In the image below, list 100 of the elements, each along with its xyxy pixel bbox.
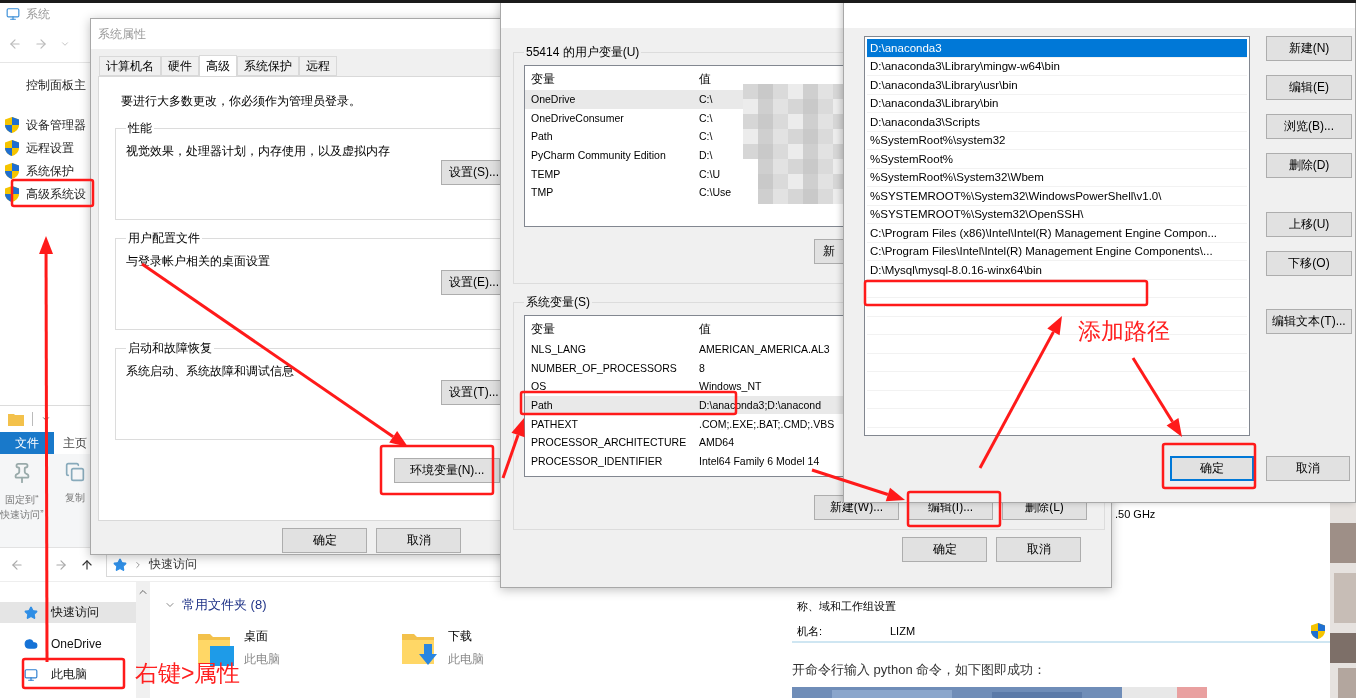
nav-item[interactable]: OneDrive	[0, 633, 136, 654]
dialog-button[interactable]: 取消	[996, 537, 1081, 562]
variable-name: OneDriveConsumer	[530, 111, 624, 124]
tab[interactable]: 硬件	[161, 56, 199, 76]
side-button[interactable]: 删除(D)	[1266, 153, 1352, 178]
annotation-text: 添加路径	[1078, 320, 1170, 343]
settings-link[interactable]: 设备管理器	[26, 116, 86, 134]
variable-value: C:\	[698, 93, 713, 106]
variable-value: C:\Use	[698, 186, 732, 199]
column-header[interactable]: 值	[697, 320, 711, 338]
path-entry[interactable]: %SystemRoot%	[867, 150, 1247, 169]
folder-location: 此电脑	[244, 651, 280, 668]
group-title: 性能	[127, 120, 153, 137]
variable-name: TEMP	[530, 167, 561, 180]
variable-value: Intel64 Family 6 Model 14	[698, 454, 820, 467]
computer-icon	[24, 667, 38, 682]
variable-value: Windows_NT	[698, 380, 762, 393]
up-icon[interactable]	[80, 557, 94, 572]
variable-name: PROCESSOR_ARCHITECTURE	[530, 436, 687, 449]
variable-value: C:\	[698, 130, 713, 143]
variable-value: C:\U	[698, 167, 720, 180]
path-entry[interactable]: C:\Program Files (x86)\Intel\Intel(R) Management Engine Compon...	[867, 224, 1247, 243]
side-button[interactable]: 编辑(E)	[1266, 75, 1352, 100]
path-entry[interactable]: D:\Mysql\mysql-8.0.16-winx64\bin	[867, 261, 1247, 280]
dialog-button[interactable]: 确定	[902, 537, 987, 562]
folder-name[interactable]: 桌面	[244, 628, 280, 645]
group-title: 系统变量(S)	[525, 294, 591, 311]
settings-link[interactable]: 高级系统设	[26, 185, 86, 203]
forward-icon[interactable]	[54, 557, 68, 572]
side-button[interactable]: 上移(U)	[1266, 212, 1352, 237]
column-header[interactable]: 变量	[529, 320, 555, 338]
variable-value: 8	[698, 361, 705, 374]
dialog-button[interactable]: 取消	[1266, 456, 1350, 481]
dialog-button[interactable]: 确定	[282, 528, 367, 553]
path-entry[interactable]: %SystemRoot%\system32	[867, 131, 1247, 150]
side-button[interactable]: 下移(O)	[1266, 251, 1352, 276]
shield-icon	[4, 162, 20, 180]
window-title: 系统	[26, 5, 50, 23]
group-description: 视觉效果，处理器计划，内存使用，以及虚拟内存	[126, 143, 391, 160]
dialog-button[interactable]: 确定	[1170, 456, 1254, 481]
env-vars-button[interactable]: 环境变量(N)...	[394, 458, 500, 483]
folder-icon	[8, 412, 24, 426]
back-icon[interactable]	[8, 36, 22, 51]
forward-icon[interactable]	[34, 36, 48, 51]
nav-item[interactable]: 快速访问	[0, 602, 136, 623]
variable-name: PATHEXT	[530, 417, 578, 430]
notice-text: 要进行大多数更改，你必须作为管理员登录。	[121, 93, 362, 110]
ribbon-tab[interactable]: 主页	[62, 432, 88, 454]
article-text: 开命令行输入 python 命令，如下图即成功：	[792, 661, 1048, 679]
column-header[interactable]: 变量	[529, 70, 555, 88]
path-entry[interactable]: %SYSTEMROOT%\System32\WindowsPowerShell\v1.0\	[867, 187, 1247, 206]
variable-value: AMERICAN_AMERICA.AL3	[698, 343, 830, 356]
annotation-text: 右键>属性	[135, 662, 241, 685]
tab[interactable]: 计算机名	[99, 56, 161, 76]
folder-name[interactable]: 下载	[448, 628, 484, 645]
variable-name: PROCESSOR_IDENTIFIER	[530, 454, 663, 467]
variable-name: OneDrive	[530, 93, 576, 106]
copy-button[interactable]: 复制	[64, 462, 86, 547]
dialog-button[interactable]: 取消	[376, 528, 461, 553]
settings-link[interactable]: 远程设置	[26, 139, 74, 157]
path-entry[interactable]: %SystemRoot%\System32\Wbem	[867, 168, 1247, 187]
ribbon-tab[interactable]: 文件	[0, 432, 54, 454]
group-title: 55414 的用户变量(U)	[525, 44, 641, 61]
new-button[interactable]: 新	[814, 239, 844, 264]
variable-value: AMD64	[698, 436, 734, 449]
tab[interactable]: 高级	[199, 55, 237, 77]
variable-name: PyCharm Community Edition	[530, 149, 666, 162]
variable-name: OS	[530, 380, 547, 393]
shield-icon	[4, 139, 20, 157]
variable-name: NLS_LANG	[530, 343, 586, 356]
settings-link[interactable]: 系统保护	[26, 162, 74, 180]
variable-name: NUMBER_OF_PROCESSORS	[530, 361, 677, 374]
path-entry[interactable]: D:\anaconda3\Scripts	[867, 113, 1247, 132]
pin-button[interactable]: 固定到“ 快速访问”	[0, 462, 44, 547]
info-label: 机名:	[797, 623, 824, 639]
cloud-icon	[24, 636, 38, 651]
nav-item[interactable]: 此电脑	[0, 664, 136, 685]
tab[interactable]: 远程	[299, 56, 337, 76]
path-entry[interactable]: %SYSTEMROOT%\System32\OpenSSH\	[867, 205, 1247, 224]
section-title: 常用文件夹 (8)	[182, 596, 267, 614]
cpu-speed: .50 GHz	[1115, 508, 1156, 520]
shield-icon	[4, 185, 20, 203]
path-entry[interactable]: D:\anaconda3\Library\mingw-w64\bin	[867, 57, 1247, 76]
group-title: 启动和故障恢复	[127, 340, 213, 357]
variable-name: Path	[530, 130, 553, 143]
side-button[interactable]: 编辑文本(T)...	[1266, 309, 1352, 334]
back-icon[interactable]	[10, 557, 24, 572]
path-entry[interactable]: D:\anaconda3	[867, 39, 1247, 58]
tab[interactable]: 系统保护	[237, 56, 299, 76]
annotation-arrow	[501, 418, 525, 479]
side-button[interactable]: 新建(N)	[1266, 36, 1352, 61]
side-button[interactable]: 浏览(B)...	[1266, 114, 1352, 139]
section-title: 称、域和工作组设置	[797, 600, 896, 612]
variable-name: TMP	[530, 186, 554, 199]
column-header[interactable]: 值	[697, 70, 711, 88]
path-entry[interactable]: D:\anaconda3\Library\bin	[867, 94, 1247, 113]
path-entry[interactable]: D:\anaconda3\Library\usr\bin	[867, 76, 1247, 95]
variable-value: C:\	[698, 111, 713, 124]
variable-value: D:\	[698, 149, 713, 162]
path-entry[interactable]: C:\Program Files\Intel\Intel(R) Management Engine Components\...	[867, 242, 1247, 261]
